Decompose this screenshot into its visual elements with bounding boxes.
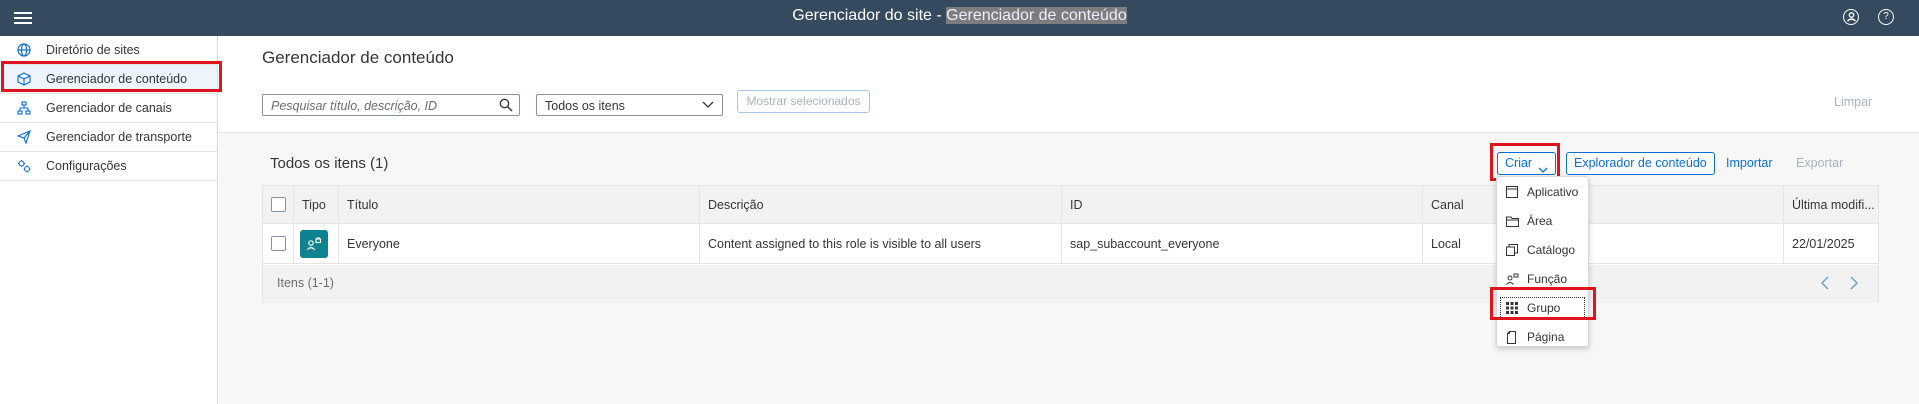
cube-icon	[16, 71, 32, 87]
settings-icon	[16, 158, 32, 174]
table-row[interactable]: Everyone Content assigned to this role i…	[263, 224, 1878, 264]
shell-title-prefix: Gerenciador do site -	[792, 7, 947, 24]
row-checkbox[interactable]	[271, 236, 286, 251]
app-window-icon	[1505, 185, 1519, 199]
menu-item-catalog[interactable]: Catálogo	[1497, 237, 1588, 263]
menu-item-application[interactable]: Aplicativo	[1497, 179, 1588, 205]
column-header-id[interactable]: ID	[1061, 186, 1422, 223]
paper-plane-icon	[16, 129, 32, 145]
menu-item-page[interactable]: Página	[1497, 324, 1588, 350]
chevron-down-icon	[1538, 160, 1548, 173]
content-explorer-button[interactable]: Explorador de conteúdo	[1566, 152, 1715, 175]
page-title: Gerenciador de conteúdo	[262, 48, 454, 67]
sidebar-item-label: Gerenciador de transporte	[46, 130, 192, 144]
previous-page-icon[interactable]	[1819, 275, 1835, 291]
select-all-checkbox[interactable]	[271, 197, 286, 212]
channel-cell: Local	[1422, 224, 1783, 263]
show-selected-button[interactable]: Mostrar selecionados	[737, 90, 870, 113]
table-header: Tipo Título Descrição ID Canal Última mo…	[263, 186, 1878, 224]
row-select-cell	[263, 224, 293, 263]
menu-item-label: Área	[1527, 214, 1553, 228]
menu-item-label: Aplicativo	[1527, 185, 1579, 199]
menu-item-label: Catálogo	[1527, 243, 1576, 257]
sidebar-item-label: Diretório de sites	[46, 43, 140, 57]
focus-ring	[1500, 297, 1585, 319]
item-filter-select[interactable]: Todos os itens	[536, 94, 723, 116]
next-page-icon[interactable]	[1848, 275, 1864, 291]
catalog-icon	[1505, 243, 1519, 257]
search-input[interactable]: Pesquisar título, descrição, ID	[262, 94, 520, 116]
sidebar-item-settings[interactable]: Configurações	[0, 152, 217, 181]
create-menu: Aplicativo Área Catálogo Função Grupo Pá…	[1496, 176, 1589, 347]
user-profile-icon[interactable]	[1843, 9, 1859, 25]
id-cell: sap_subaccount_everyone	[1061, 224, 1422, 263]
create-button-label: Criar	[1505, 156, 1533, 170]
menu-item-area[interactable]: Área	[1497, 208, 1588, 234]
chevron-down-icon	[702, 98, 714, 110]
globe-icon	[16, 42, 32, 58]
item-filter-value: Todos os itens	[545, 99, 625, 113]
shell-title-highlight: Gerenciador de conteúdo	[946, 7, 1127, 24]
role-icon	[1505, 272, 1519, 286]
content-table: Tipo Título Descrição ID Canal Última mo…	[262, 185, 1879, 303]
column-header-channel[interactable]: Canal	[1422, 186, 1783, 223]
title-cell: Everyone	[338, 224, 699, 263]
sidebar-item-channel-manager[interactable]: Gerenciador de canais	[0, 94, 217, 123]
menu-item-label: Página	[1527, 330, 1565, 344]
sidebar-item-label: Configurações	[46, 159, 127, 173]
description-cell: Content assigned to this role is visible…	[699, 224, 1061, 263]
sidebar: Diretório de sites Gerenciador de conteú…	[0, 36, 218, 404]
sidebar-item-label: Gerenciador de conteúdo	[46, 72, 188, 86]
export-link[interactable]: Exportar	[1796, 156, 1843, 170]
column-header-description[interactable]: Descrição	[699, 186, 1061, 223]
search-icon[interactable]	[499, 98, 513, 112]
role-icon	[300, 229, 328, 258]
page-icon	[1505, 330, 1519, 344]
help-icon[interactable]: ?	[1878, 9, 1894, 25]
import-link[interactable]: Importar	[1726, 156, 1773, 170]
table-footer: Itens (1-1)	[263, 265, 1878, 303]
items-count: Itens (1-1)	[277, 276, 334, 290]
sidebar-item-label: Gerenciador de canais	[46, 101, 172, 115]
hierarchy-icon	[16, 100, 32, 116]
sidebar-item-content-manager[interactable]: Gerenciador de conteúdo	[0, 65, 217, 94]
last-modified-cell: 22/01/2025	[1783, 224, 1880, 263]
sidebar-item-transport-manager[interactable]: Gerenciador de transporte	[0, 123, 217, 152]
sidebar-item-site-directory[interactable]: Diretório de sites	[0, 36, 217, 65]
column-header-title[interactable]: Título	[338, 186, 699, 223]
column-header-type[interactable]: Tipo	[293, 186, 338, 223]
type-cell	[293, 224, 338, 263]
table-title: Todos os itens (1)	[270, 155, 389, 172]
search-placeholder: Pesquisar título, descrição, ID	[271, 99, 438, 113]
menu-item-role[interactable]: Função	[1497, 266, 1588, 292]
header-select-cell	[263, 186, 293, 223]
clear-link[interactable]: Limpar	[1834, 95, 1872, 109]
shell-title: Gerenciador do site - Gerenciador de con…	[0, 7, 1919, 25]
menu-item-group[interactable]: Grupo	[1497, 295, 1588, 321]
column-header-last-modified[interactable]: Última modifi...	[1783, 186, 1880, 223]
menu-item-label: Função	[1527, 272, 1568, 286]
create-button[interactable]: Criar	[1497, 152, 1557, 175]
folder-icon	[1505, 214, 1519, 228]
shell-bar: Gerenciador do site - Gerenciador de con…	[0, 0, 1919, 36]
